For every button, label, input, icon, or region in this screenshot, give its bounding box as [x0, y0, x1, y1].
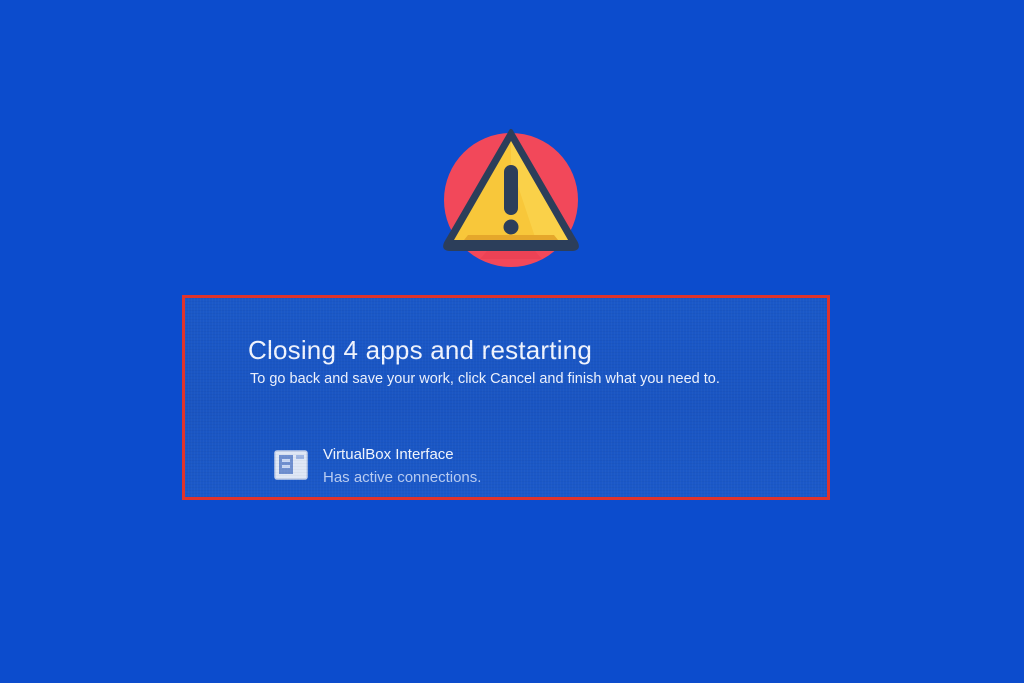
dialog-subtitle: To go back and save your work, click Can… — [250, 371, 720, 387]
app-window-icon — [274, 450, 308, 480]
app-name: VirtualBox Interface — [323, 446, 454, 463]
restart-dialog: Closing 4 apps and restarting To go back… — [182, 295, 830, 500]
warning-icon — [440, 125, 582, 270]
restart-screen: { "colors": { "background": "#0c4ccd", "… — [0, 0, 1024, 683]
dialog-title: Closing 4 apps and restarting — [248, 335, 593, 365]
app-list-item: VirtualBox Interface Has active connecti… — [271, 444, 671, 490]
app-status: Has active connections. — [323, 469, 482, 486]
